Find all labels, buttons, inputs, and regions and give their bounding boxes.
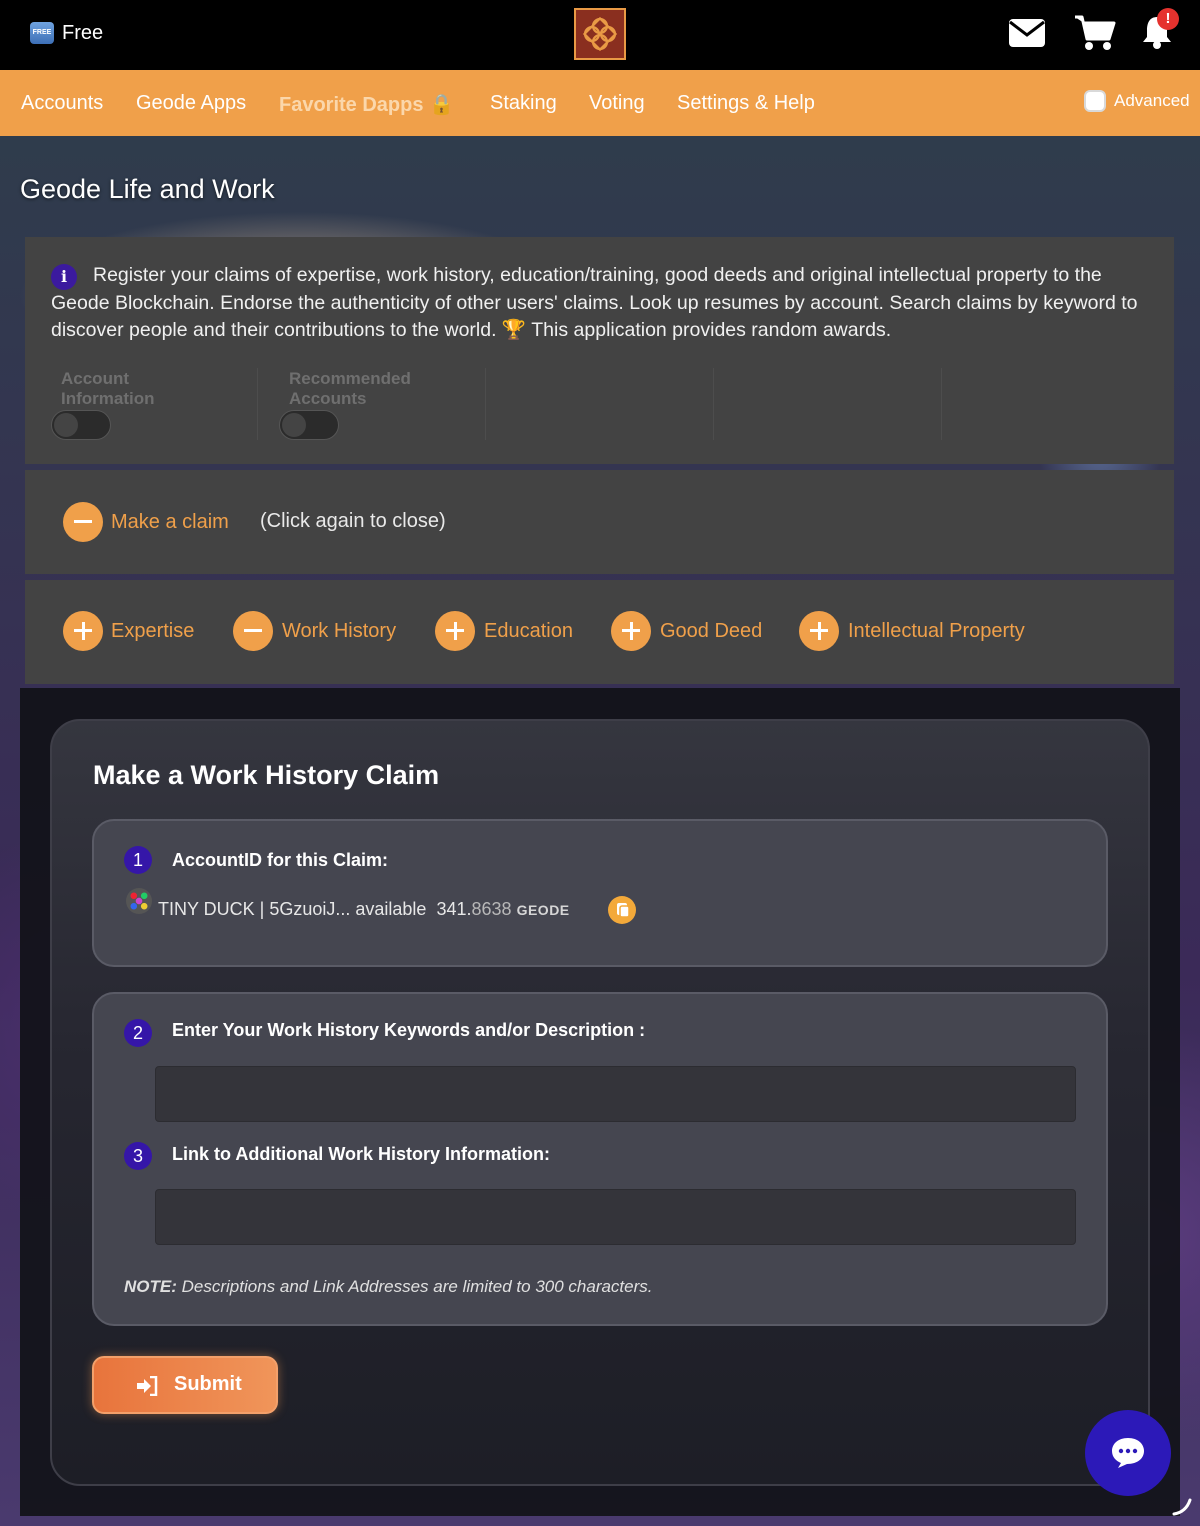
free-badge-icon: FREE (30, 22, 54, 44)
nav-settings-help[interactable]: Settings & Help (677, 92, 815, 115)
toggle-knob (54, 413, 78, 437)
advanced-checkbox[interactable] (1084, 90, 1106, 112)
character-limit-note: NOTE: Descriptions and Link Addresses ar… (124, 1277, 653, 1297)
notification-badge: ! (1157, 8, 1179, 30)
divider (941, 368, 942, 440)
account-selector[interactable]: TINY DUCK | 5GzuoiJ... available 341.863… (158, 899, 570, 920)
toggle-label-recommended-accounts: Recommended Accounts (289, 369, 411, 408)
step-number-3: 3 (124, 1142, 152, 1170)
expertise-label[interactable]: Expertise (111, 620, 194, 643)
toggle-account-information[interactable] (51, 410, 111, 440)
nav-favorite-dapps[interactable]: Favorite Dapps 🔒 (279, 92, 454, 117)
expertise-toggle-button[interactable] (63, 611, 103, 651)
link-label: Link to Additional Work History Informat… (172, 1144, 550, 1164)
intellectual-property-toggle-button[interactable] (799, 611, 839, 651)
make-claim-toggle-button[interactable] (63, 502, 103, 542)
nav-staking[interactable]: Staking (490, 92, 557, 115)
toggle-knob (282, 413, 306, 437)
advanced-label: Advanced (1114, 91, 1190, 110)
make-claim-label[interactable]: Make a claim (111, 511, 229, 534)
geode-logo[interactable] (574, 8, 626, 60)
divider (257, 368, 258, 440)
account-card (92, 819, 1108, 967)
nav-geode-apps[interactable]: Geode Apps (136, 92, 246, 115)
divider (713, 368, 714, 440)
chat-button[interactable] (1085, 1410, 1171, 1496)
cart-icon[interactable] (1074, 14, 1116, 57)
nav-favorite-dapps-label: Favorite Dapps (279, 94, 424, 116)
page-title: Geode Life and Work (20, 174, 275, 204)
sign-in-icon (137, 1376, 158, 1396)
account-id-label: AccountID for this Claim: (172, 850, 389, 870)
good-deed-label[interactable]: Good Deed (660, 620, 762, 643)
lock-icon: 🔒 (429, 94, 454, 116)
info-icon: i (51, 264, 77, 290)
info-description: Register your claims of expertise, work … (51, 264, 1138, 341)
balance-fraction: 8638 (471, 899, 512, 919)
description-input[interactable] (155, 1066, 1076, 1122)
nav-voting[interactable]: Voting (589, 92, 645, 115)
link-input[interactable] (155, 1189, 1076, 1245)
account-name: TINY DUCK | 5GzuoiJ... available (158, 899, 427, 919)
balance-unit: GEODE (516, 902, 570, 918)
resize-handle-icon (1170, 1494, 1194, 1523)
submit-label[interactable]: Submit (174, 1373, 242, 1396)
chat-bubble-icon (1112, 1438, 1144, 1468)
copy-icon[interactable] (608, 896, 636, 924)
intellectual-property-label[interactable]: Intellectual Property (848, 620, 1025, 643)
work-history-toggle-button[interactable] (233, 611, 273, 651)
note-text: Descriptions and Link Addresses are limi… (176, 1277, 653, 1296)
toggle-label-account-information: Account Information (61, 369, 155, 408)
balance-whole: 341. (436, 899, 472, 919)
note-prefix: NOTE: (124, 1277, 177, 1296)
account-avatar-icon (126, 888, 152, 914)
form-title: Make a Work History Claim (93, 760, 440, 790)
mail-icon[interactable] (1008, 18, 1046, 53)
step-number-2: 2 (124, 1019, 152, 1047)
description-label: Enter Your Work History Keywords and/or … (172, 1020, 646, 1040)
education-toggle-button[interactable] (435, 611, 475, 651)
toggle-recommended-accounts[interactable] (279, 410, 339, 440)
education-label[interactable]: Education (484, 620, 573, 643)
plan-label: Free (62, 22, 104, 44)
nav-accounts[interactable]: Accounts (21, 92, 103, 115)
step-number-1: 1 (124, 846, 152, 874)
divider (485, 368, 486, 440)
make-claim-hint: (Click again to close) (260, 510, 446, 532)
good-deed-toggle-button[interactable] (611, 611, 651, 651)
work-history-label[interactable]: Work History (282, 620, 396, 643)
